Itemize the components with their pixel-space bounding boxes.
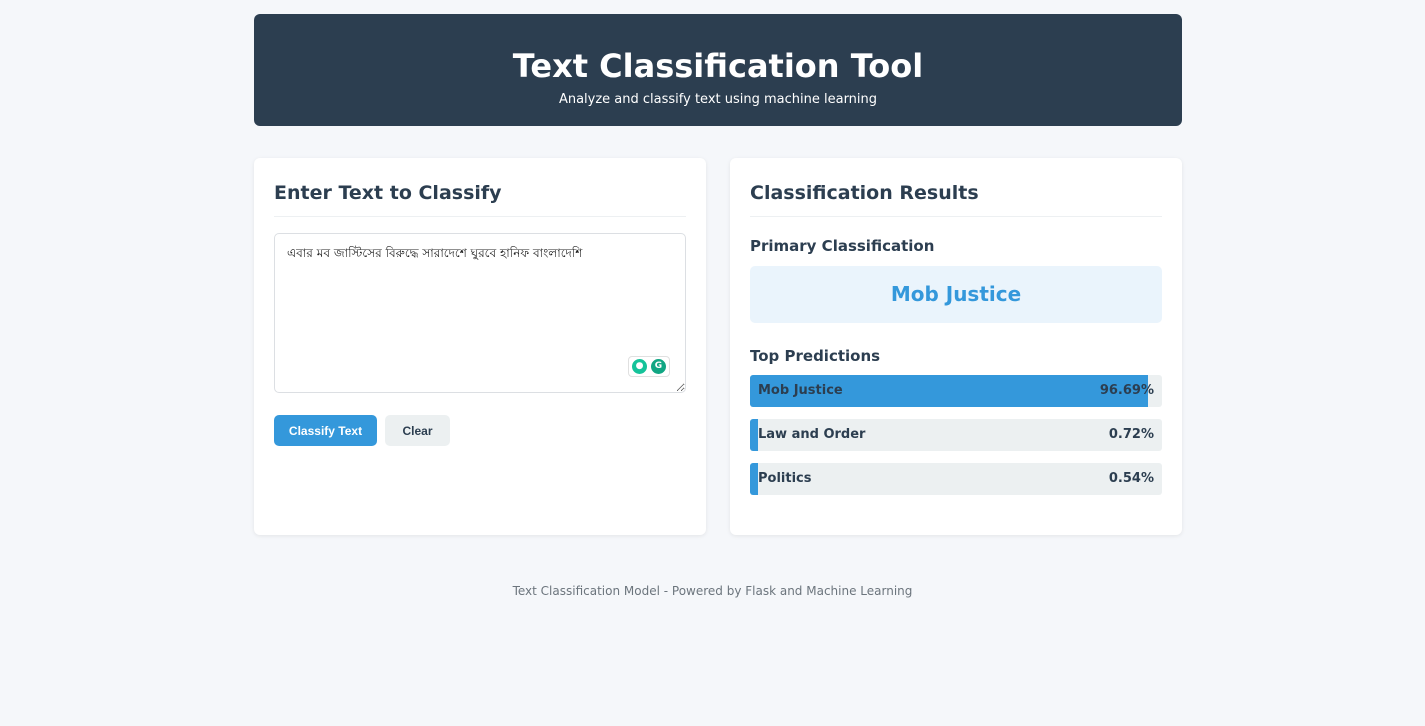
footer-text: Text Classification Model - Powered by F…	[512, 584, 913, 598]
grammarly-bulb-icon[interactable]: ●	[632, 359, 647, 374]
page-title: Text Classification Tool	[512, 47, 924, 85]
prediction-name: Politics	[758, 471, 812, 486]
page-subtitle: Analyze and classify text using machine …	[558, 92, 878, 107]
page-header: Text Classification Tool Analyze and cla…	[254, 14, 1182, 126]
clear-button[interactable]: Clear	[385, 415, 450, 446]
results-card: Classification Results Primary Classific…	[730, 158, 1182, 535]
classify-button[interactable]: Classify Text	[274, 415, 377, 446]
divider	[750, 216, 1162, 217]
text-input-wrapper: এবার মব জাস্টিসের বিরুদ্ধে সারাদেশে ঘুরব…	[274, 233, 686, 393]
prediction-bar-fill	[750, 419, 758, 451]
grammarly-widget[interactable]: ● G	[628, 356, 670, 377]
grammarly-g-icon[interactable]: G	[651, 359, 666, 374]
input-card: Enter Text to Classify এবার মব জাস্টিসের…	[254, 158, 706, 535]
prediction-percent: 0.54%	[1108, 471, 1154, 486]
text-input[interactable]: এবার মব জাস্টিসের বিরুদ্ধে সারাদেশে ঘুরব…	[274, 233, 686, 393]
input-card-title: Enter Text to Classify	[274, 182, 502, 204]
prediction-percent: 96.69%	[1099, 383, 1154, 398]
prediction-bar-fill	[750, 463, 758, 495]
prediction-name: Law and Order	[758, 427, 866, 442]
results-card-title: Classification Results	[750, 182, 979, 204]
prediction-row: Mob Justice 96.69%	[750, 375, 1162, 407]
primary-classification-value: Mob Justice	[750, 266, 1162, 323]
prediction-name: Mob Justice	[758, 383, 843, 398]
prediction-percent: 0.72%	[1108, 427, 1154, 442]
prediction-row: Law and Order 0.72%	[750, 419, 1162, 451]
prediction-row: Politics 0.54%	[750, 463, 1162, 495]
top-predictions-label: Top Predictions	[750, 347, 881, 365]
primary-classification-label: Primary Classification	[750, 237, 935, 255]
divider	[274, 216, 686, 217]
